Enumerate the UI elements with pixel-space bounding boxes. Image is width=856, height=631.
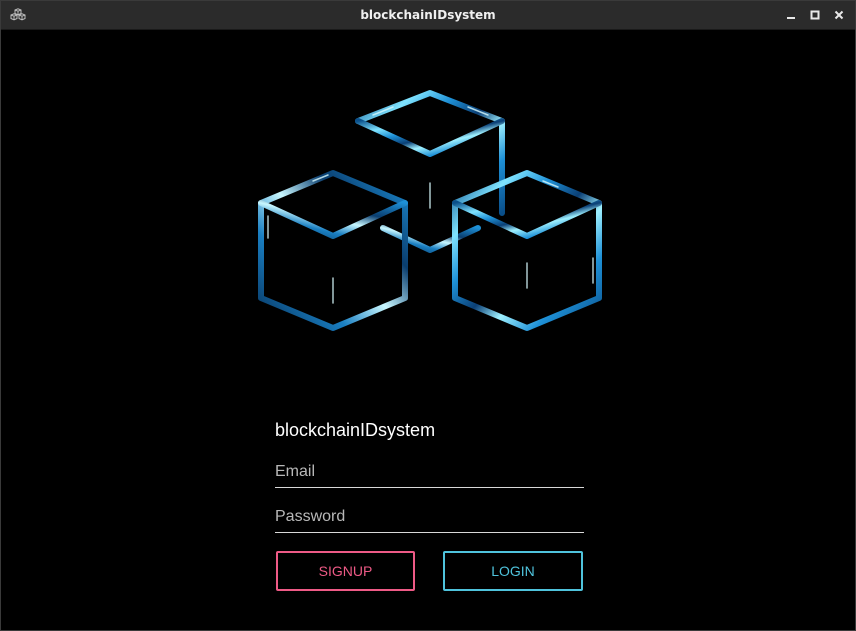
password-field xyxy=(275,502,584,533)
maximize-icon xyxy=(810,10,820,20)
app-name-heading: blockchainIDsystem xyxy=(275,420,436,440)
password-input[interactable] xyxy=(275,502,584,532)
email-input[interactable] xyxy=(275,457,584,487)
minimize-icon xyxy=(787,17,795,19)
minimize-button[interactable] xyxy=(783,7,799,23)
close-icon xyxy=(834,10,844,20)
email-field xyxy=(275,457,584,488)
window-title: blockchainIDsystem xyxy=(360,8,496,22)
app-cubes-icon xyxy=(10,8,26,22)
maximize-button[interactable] xyxy=(807,7,823,23)
signup-button[interactable]: SIGNUP xyxy=(276,551,415,591)
close-button[interactable] xyxy=(831,7,847,23)
app-window: blockchainIDsystem blockchainIDsystem Em… xyxy=(0,0,856,631)
blockchain-cubes-logo xyxy=(258,90,602,331)
login-screen: blockchainIDsystem SIGNUP LOGIN xyxy=(1,30,855,630)
login-button[interactable]: LOGIN xyxy=(443,551,583,591)
title-bar[interactable]: blockchainIDsystem xyxy=(1,1,855,30)
